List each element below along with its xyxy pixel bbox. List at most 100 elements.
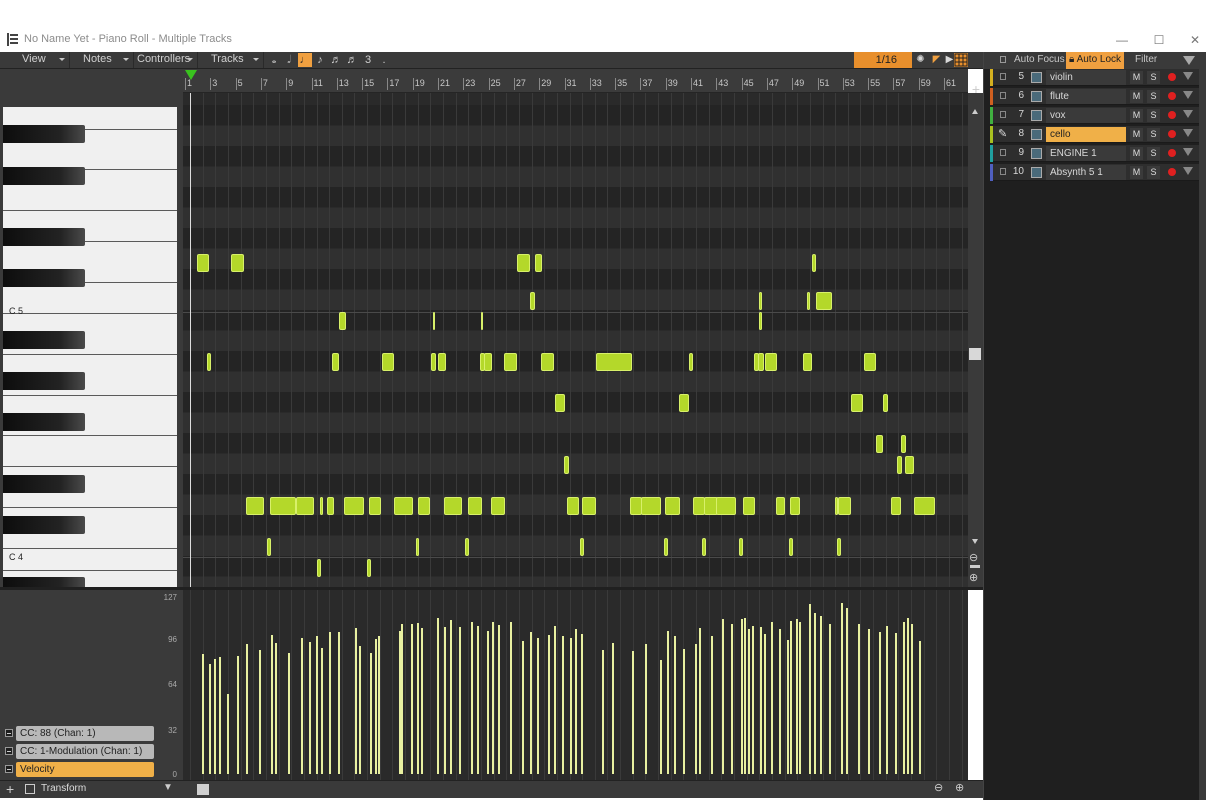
midi-note[interactable] bbox=[759, 292, 762, 310]
sixteenth-note-button[interactable]: ♬ bbox=[329, 53, 343, 67]
velocity-bar[interactable] bbox=[809, 604, 811, 774]
midi-note[interactable] bbox=[431, 353, 436, 371]
midi-note[interactable] bbox=[344, 497, 364, 515]
velocity-bar[interactable] bbox=[209, 664, 211, 774]
velocity-bar[interactable] bbox=[799, 622, 801, 774]
velocity-bar[interactable] bbox=[841, 603, 843, 774]
velocity-bar[interactable] bbox=[699, 628, 701, 774]
velocity-bar[interactable] bbox=[477, 626, 479, 774]
velocity-bar[interactable] bbox=[886, 626, 888, 774]
track-filter-icon[interactable] bbox=[1183, 72, 1193, 80]
track-scrollbar[interactable] bbox=[1199, 69, 1206, 800]
velocity-bar[interactable] bbox=[895, 633, 897, 774]
minimize-button[interactable]: — bbox=[1107, 31, 1137, 49]
dotted-button[interactable]: . bbox=[377, 53, 391, 67]
arrow-icon[interactable]: ◤ bbox=[930, 53, 943, 67]
close-button[interactable]: ✕ bbox=[1180, 31, 1206, 49]
midi-note[interactable] bbox=[491, 497, 505, 515]
velocity-bar[interactable] bbox=[492, 622, 494, 774]
zoom-out-vertical-icon[interactable]: ⊖ bbox=[969, 551, 978, 564]
velocity-bar[interactable] bbox=[575, 629, 577, 774]
eighth-note-button[interactable]: ♪ bbox=[313, 53, 327, 67]
midi-note[interactable] bbox=[416, 538, 419, 556]
solo-button[interactable]: S bbox=[1147, 71, 1160, 84]
add-controller-lane-button[interactable]: + bbox=[6, 781, 14, 797]
track-row[interactable]: 9 ENGINE 1 MS bbox=[990, 145, 1200, 162]
midi-note[interactable] bbox=[790, 497, 800, 515]
midi-note[interactable] bbox=[444, 497, 462, 515]
velocity-bar[interactable] bbox=[214, 659, 216, 774]
track-row[interactable]: 5 violin M S bbox=[990, 69, 1200, 86]
quarter-note-button[interactable]: ♩ bbox=[298, 53, 312, 67]
cc-lane-velocity[interactable]: Velocity bbox=[5, 762, 155, 777]
black-key[interactable] bbox=[3, 269, 85, 287]
velocity-bar[interactable] bbox=[907, 618, 909, 774]
record-arm-icon[interactable] bbox=[1168, 111, 1176, 119]
midi-note[interactable] bbox=[267, 538, 271, 556]
solo-button[interactable]: S bbox=[1147, 109, 1160, 122]
velocity-bar[interactable] bbox=[695, 644, 697, 774]
velocity-bar[interactable] bbox=[237, 656, 239, 774]
black-key[interactable] bbox=[3, 516, 85, 534]
solo-button[interactable]: S bbox=[1147, 128, 1160, 141]
filter-icon[interactable] bbox=[1183, 56, 1195, 65]
collapse-icon[interactable] bbox=[5, 747, 13, 755]
velocity-bar[interactable] bbox=[487, 631, 489, 774]
midi-note[interactable] bbox=[641, 497, 661, 515]
velocity-bar[interactable] bbox=[748, 629, 750, 774]
instrument-icon[interactable] bbox=[1031, 129, 1042, 140]
snap-dropdown[interactable]: 1/16 bbox=[854, 52, 912, 68]
black-key[interactable] bbox=[3, 372, 85, 390]
velocity-bar[interactable] bbox=[731, 624, 733, 774]
auto-lock-button[interactable]: 🔒︎ Auto Lock bbox=[1066, 52, 1125, 69]
maximize-button[interactable]: ☐ bbox=[1144, 31, 1174, 49]
black-key[interactable] bbox=[3, 331, 85, 349]
midi-note[interactable] bbox=[369, 497, 381, 515]
track-row[interactable]: 6 flute M S bbox=[990, 88, 1200, 105]
midi-note[interactable] bbox=[807, 292, 810, 310]
midi-note[interactable] bbox=[759, 312, 762, 330]
midi-note[interactable] bbox=[367, 559, 371, 577]
velocity-bar[interactable] bbox=[522, 641, 524, 774]
half-note-button[interactable]: 𝅗𝅥 bbox=[282, 53, 296, 67]
lock-icon[interactable] bbox=[1000, 168, 1006, 175]
lock-icon[interactable] bbox=[1000, 111, 1006, 118]
velocity-bar[interactable] bbox=[554, 626, 556, 774]
zoom-in-horizontal-icon[interactable]: ⊕ bbox=[955, 781, 964, 794]
velocity-bar[interactable] bbox=[271, 635, 273, 774]
velocity-bar[interactable] bbox=[645, 644, 647, 774]
velocity-bar[interactable] bbox=[355, 628, 357, 774]
snap-settings-icon[interactable]: ✺ bbox=[914, 53, 927, 67]
velocity-bar[interactable] bbox=[338, 632, 340, 774]
velocity-bar[interactable] bbox=[581, 634, 583, 774]
velocity-bar[interactable] bbox=[667, 631, 669, 774]
mute-button[interactable]: M bbox=[1130, 109, 1143, 122]
velocity-bar[interactable] bbox=[741, 619, 743, 774]
velocity-bar[interactable] bbox=[846, 608, 848, 774]
black-key[interactable] bbox=[3, 413, 85, 431]
midi-note[interactable] bbox=[394, 497, 413, 515]
midi-note[interactable] bbox=[535, 254, 542, 272]
view-menu[interactable]: View bbox=[0, 52, 70, 68]
zoom-out-horizontal-icon[interactable]: ⊖ bbox=[934, 781, 943, 794]
lock-icon[interactable] bbox=[1000, 149, 1006, 156]
midi-note[interactable] bbox=[789, 538, 793, 556]
midi-note[interactable] bbox=[580, 538, 584, 556]
velocity-bar[interactable] bbox=[612, 643, 614, 774]
midi-note[interactable] bbox=[530, 292, 535, 310]
collapse-icon[interactable] bbox=[5, 729, 13, 737]
horizontal-scroll-thumb[interactable] bbox=[197, 784, 209, 795]
transform-icon[interactable] bbox=[25, 784, 35, 794]
velocity-bar[interactable] bbox=[868, 629, 870, 774]
velocity-bar[interactable] bbox=[879, 632, 881, 774]
midi-note[interactable] bbox=[897, 456, 902, 474]
midi-note[interactable] bbox=[665, 497, 680, 515]
app-menu-icon[interactable] bbox=[7, 33, 18, 46]
midi-note[interactable] bbox=[901, 435, 906, 453]
velocity-bar[interactable] bbox=[903, 622, 905, 774]
track-filter-icon[interactable] bbox=[1183, 91, 1193, 99]
track-filter-icon[interactable] bbox=[1183, 148, 1193, 156]
midi-note[interactable] bbox=[838, 497, 851, 515]
midi-note[interactable] bbox=[743, 497, 755, 515]
velocity-bar[interactable] bbox=[764, 634, 766, 774]
